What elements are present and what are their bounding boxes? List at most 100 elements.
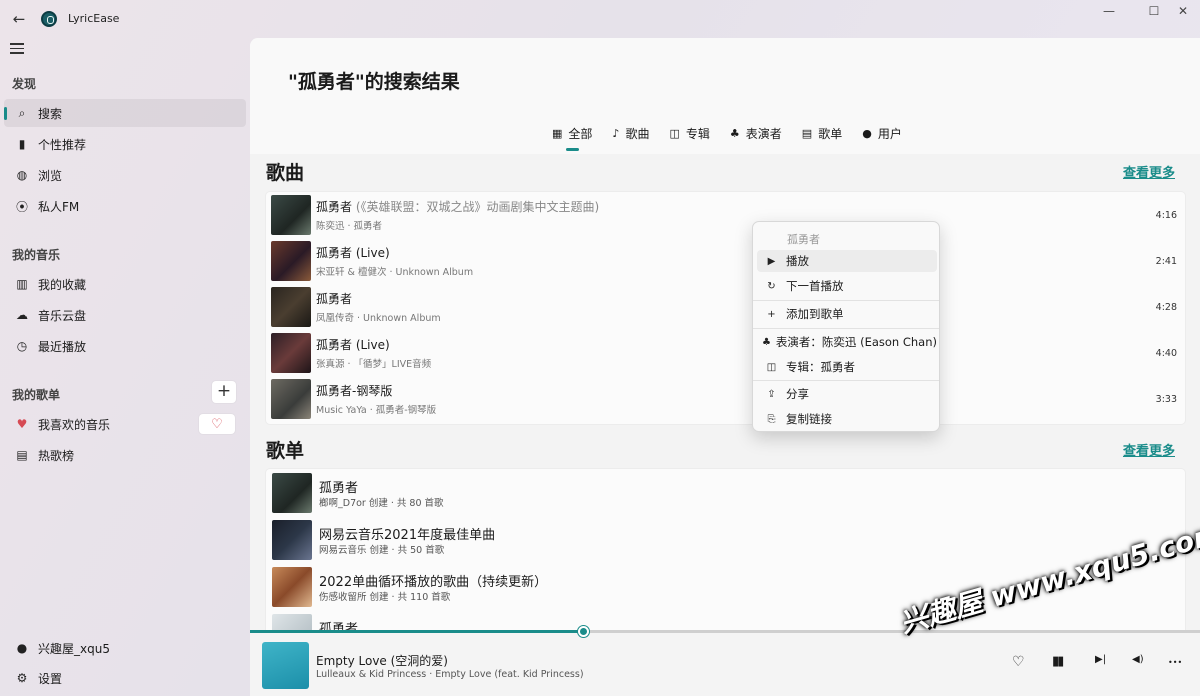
playlist-cover <box>272 614 312 630</box>
song-title-text: 孤勇者 <box>316 200 353 214</box>
hamburger-menu-icon[interactable] <box>10 43 24 55</box>
playlist-meta: 伤感收留所 创建 · 共 110 首歌 <box>319 592 451 603</box>
menu-item-share[interactable]: ⇪ 分享 <box>757 383 937 405</box>
song-row[interactable]: 孤勇者 凤凰传奇 · Unknown Album 4:28 <box>266 284 1185 330</box>
my-playlists-section-title: 我的歌单 <box>12 388 61 402</box>
like-button[interactable]: ♡ <box>1012 654 1025 670</box>
maximize-button[interactable]: ☐ <box>1139 4 1169 18</box>
copy-link-icon: ⎘ <box>767 413 776 425</box>
heart-mode-button[interactable]: ♡ <box>199 414 235 434</box>
sidebar-item-label: 搜索 <box>38 106 63 121</box>
menu-item-artist[interactable]: ♣ 表演者：陈奕迅 (Eason Chan) <box>757 331 937 353</box>
menu-divider <box>753 300 939 301</box>
song-duration: 4:16 <box>1155 210 1177 221</box>
tab-all[interactable]: ▦ 全部 <box>552 125 592 151</box>
menu-item-label: 播放 <box>786 254 809 268</box>
playlist-row[interactable]: 孤勇者 <box>266 610 1185 630</box>
back-arrow-icon[interactable]: ← <box>8 8 30 30</box>
playlist-title: 孤勇者 <box>319 481 359 496</box>
next-track-button[interactable]: ▶| <box>1095 654 1106 665</box>
minimize-button[interactable]: — <box>1094 4 1124 18</box>
sidebar-item-label: 热歌榜 <box>38 448 75 463</box>
menu-divider <box>753 380 939 381</box>
now-playing-title[interactable]: Empty Love (空洞的爱) <box>316 652 448 669</box>
sidebar-item-browse[interactable]: ◍ 浏览 <box>4 161 246 189</box>
sidebar-item-search[interactable]: ⌕ 搜索 <box>4 99 246 127</box>
sidebar-item-settings[interactable]: ⚙ 设置 <box>4 664 246 692</box>
song-row[interactable]: 孤勇者 (Live) 张真源 · 「循梦」LIVE音频 4:40 <box>266 330 1185 376</box>
sidebar-item-user[interactable]: ● 兴趣屋_xqu5 <box>4 634 246 662</box>
song-title: 孤勇者 <box>316 292 353 306</box>
gear-icon: ⚙ <box>16 671 28 685</box>
album-icon: ◫ <box>669 127 680 140</box>
now-playing-artist[interactable]: Lulleaux & Kid Princess · Empty Love (fe… <box>316 669 584 680</box>
tab-songs[interactable]: ♪ 歌曲 <box>612 125 649 142</box>
tab-users[interactable]: ● 用户 <box>862 125 902 142</box>
search-header: "孤勇者"的搜索结果 ▦ 全部 ♪ 歌曲 ◫ 专辑 ♣ 表演者 ▤ 歌单 ● 用户 <box>250 38 1200 154</box>
song-row[interactable]: 孤勇者 (Live) 宋亚轩 & 檀健次 · Unknown Album 2:4… <box>266 238 1185 284</box>
playlists-list: 孤勇者 榔啊_D7or 创建 · 共 80 首歌 网易云音乐2021年度最佳单曲… <box>265 468 1186 630</box>
title-bar: ← LyricEase — ☐ ✕ <box>0 0 1200 38</box>
sidebar-item-label: 浏览 <box>38 168 63 183</box>
plus-icon: + <box>767 308 776 320</box>
playlists-see-more-link[interactable]: 查看更多 <box>1123 440 1175 459</box>
progress-bar[interactable] <box>250 626 1200 637</box>
tab-playlists[interactable]: ▤ 歌单 <box>802 125 842 142</box>
playlist-row[interactable]: 孤勇者 榔啊_D7or 创建 · 共 80 首歌 <box>266 469 1185 515</box>
sidebar-item-fm[interactable]: ⦿ 私人FM <box>4 192 246 220</box>
playlist-meta: 网易云音乐 创建 · 共 50 首歌 <box>319 545 445 556</box>
menu-item-album[interactable]: ◫ 专辑：孤勇者 <box>757 356 937 378</box>
sidebar-item-label: 个性推荐 <box>38 137 87 152</box>
artist-icon: ♣ <box>761 336 771 348</box>
close-button[interactable]: ✕ <box>1168 4 1198 18</box>
song-title: 孤勇者 (Live) <box>316 338 390 352</box>
song-cover <box>271 333 311 373</box>
playlist-title: 网易云音乐2021年度最佳单曲 <box>319 528 496 543</box>
song-duration: 3:33 <box>1155 394 1177 405</box>
pause-button[interactable]: ▮▮ <box>1052 654 1064 669</box>
radio-icon: ⦿ <box>15 199 28 214</box>
context-menu-header: 孤勇者 <box>787 233 820 246</box>
now-playing-cover[interactable] <box>262 642 309 689</box>
menu-item-play-next[interactable]: ↻ 下一首播放 <box>757 275 937 297</box>
playlist-title: 2022单曲循环播放的歌曲（持续更新） <box>319 575 548 590</box>
sidebar-item-hot[interactable]: ▤ 热歌榜 <box>4 441 246 469</box>
player-bar: Empty Love (空洞的爱) Lulleaux & Kid Princes… <box>250 626 1200 696</box>
playlist-meta: 榔啊_D7or 创建 · 共 80 首歌 <box>319 498 444 509</box>
more-options-button[interactable]: ••• <box>1168 658 1182 667</box>
bookmark-icon: ▮ <box>18 137 26 151</box>
songs-see-more-link[interactable]: 查看更多 <box>1123 162 1175 181</box>
menu-item-copy-link[interactable]: ⎘ 复制链接 <box>757 408 937 430</box>
song-duration: 4:28 <box>1155 302 1177 313</box>
volume-button[interactable]: ◀) <box>1132 654 1144 665</box>
sidebar-item-collection[interactable]: ▥ 我的收藏 <box>4 270 246 298</box>
song-cover <box>271 287 311 327</box>
song-row[interactable]: 孤勇者-钢琴版 Music YaYa · 孤勇者-钢琴版 3:33 <box>266 376 1185 422</box>
user-icon: ● <box>862 127 872 140</box>
add-playlist-button[interactable]: + <box>212 381 236 403</box>
menu-item-add-to-playlist[interactable]: + 添加到歌单 <box>757 303 937 325</box>
progress-handle[interactable] <box>577 626 589 637</box>
song-title: 孤勇者-钢琴版 <box>316 384 393 398</box>
sidebar-item-label: 设置 <box>38 671 63 686</box>
menu-item-label: 表演者：陈奕迅 (Eason Chan) <box>775 335 937 349</box>
discover-section-title: 发现 <box>12 77 37 91</box>
sidebar-item-label: 最近播放 <box>38 339 87 354</box>
globe-icon: ◍ <box>16 168 28 182</box>
song-cover <box>271 379 311 419</box>
sidebar-item-recommend[interactable]: ▮ 个性推荐 <box>4 130 246 158</box>
song-row[interactable]: 孤勇者 (《英雄联盟：双城之战》动画剧集中文主题曲) 陈奕迅 · 孤勇者 4:1… <box>266 192 1185 238</box>
playlist-row[interactable]: 网易云音乐2021年度最佳单曲 网易云音乐 创建 · 共 50 首歌 <box>266 516 1185 562</box>
cloud-icon: ☁ <box>16 308 28 322</box>
sidebar-item-recent[interactable]: ◷ 最近播放 <box>4 332 246 360</box>
sidebar-item-cloud[interactable]: ☁ 音乐云盘 <box>4 301 246 329</box>
menu-item-label: 复制链接 <box>786 412 832 426</box>
song-duration: 4:40 <box>1155 348 1177 359</box>
song-title: 孤勇者 (Live) <box>316 246 390 260</box>
tab-artists[interactable]: ♣ 表演者 <box>730 125 782 142</box>
playlist-cover <box>272 567 312 607</box>
song-title: 孤勇者 (《英雄联盟：双城之战》动画剧集中文主题曲) <box>316 198 599 215</box>
menu-item-play[interactable]: ▶ 播放 <box>757 250 937 272</box>
tab-albums[interactable]: ◫ 专辑 <box>669 125 709 142</box>
album-icon: ◫ <box>766 361 777 373</box>
